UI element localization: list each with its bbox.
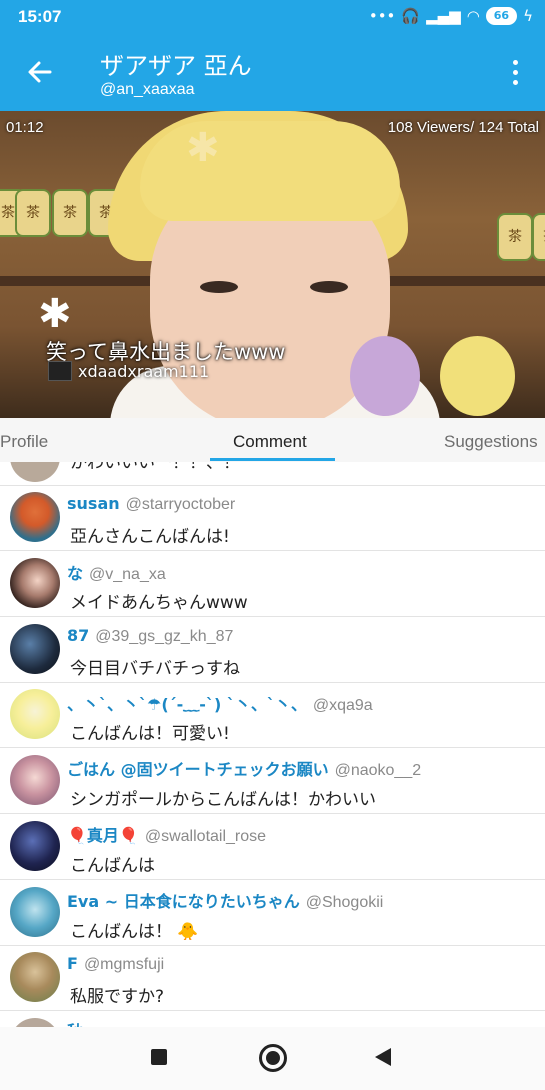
comment-author[interactable]: 秋 xyxy=(67,1018,83,1027)
comment-row: Eva ~ 日本食になりたいちゃん @Shogokii こんばんは！ 🐥 xyxy=(0,879,545,946)
home-button[interactable] xyxy=(259,1044,287,1072)
comment-author[interactable]: F @mgmsfuji xyxy=(67,954,164,974)
avatar[interactable] xyxy=(10,558,60,608)
comment-text: かわいいいー！！、！ xyxy=(70,462,240,473)
overlay-user: xdaadxraam111 xyxy=(48,361,209,381)
comment-author-name: Eva ~ 日本食になりたいちゃん xyxy=(67,892,300,911)
comment-text: 今日目バチバチっすね xyxy=(70,659,240,679)
comment-row: かわいいいー！！、！ xyxy=(0,462,545,486)
comment-author-handle: @swallotail_rose xyxy=(144,828,267,845)
avatar[interactable] xyxy=(10,462,60,482)
comment-row: 🎈真月🎈 @swallotail_rose こんばんは xyxy=(0,813,545,880)
comment-author-handle: @starryoctober xyxy=(125,496,236,513)
comment-author[interactable]: 87 @39_gs_gz_kh_87 xyxy=(67,626,233,646)
comment-author-name: F xyxy=(67,954,78,973)
flower-sticker-icon: ✱ xyxy=(186,125,220,171)
comment-row: 秋 xyxy=(0,1010,545,1027)
avatar[interactable] xyxy=(10,689,60,739)
comment-text: こんばんは！ 🐥 xyxy=(70,922,199,942)
tea-jar: 茶 xyxy=(497,213,533,261)
wifi-icon: ◠ xyxy=(466,7,480,25)
more-dots-icon: ••• xyxy=(368,7,396,25)
tab-suggestions[interactable]: Suggestions xyxy=(444,432,538,452)
comment-author-handle: @naoko__2 xyxy=(334,762,422,779)
overflow-menu-button[interactable] xyxy=(505,54,525,90)
system-back-button[interactable] xyxy=(375,1048,391,1066)
comment-author[interactable]: susan @starryoctober xyxy=(67,494,235,514)
comment-author-handle: @Shogokii xyxy=(305,894,384,911)
tea-jar: 茶 xyxy=(532,213,545,261)
comment-text: メイドあんちゃんwww xyxy=(70,593,248,613)
avatar[interactable] xyxy=(10,492,60,542)
comment-row: 、丶`、丶`☂(´-﹏-`) `丶、`丶、 @xqa9a こんばんは！可愛い! xyxy=(0,682,545,748)
comment-author-name: 87 xyxy=(67,626,90,645)
viewer-count: 108 Viewers/ 124 Total xyxy=(387,119,539,136)
tab-comment[interactable]: Comment xyxy=(233,432,307,452)
comment-author[interactable]: 🎈真月🎈 @swallotail_rose xyxy=(67,822,266,846)
status-time: 15:07 xyxy=(18,7,62,26)
avatar[interactable] xyxy=(10,1018,60,1027)
avatar[interactable] xyxy=(10,887,60,937)
comment-author[interactable]: ごはん @固ツイートチェックお願い @naoko__2 xyxy=(67,756,421,780)
battery-icon: 66 xyxy=(485,7,518,25)
system-nav-bar xyxy=(0,1027,545,1090)
broadcaster-name: ザアザア 亞ん xyxy=(100,52,252,80)
avatar[interactable] xyxy=(10,821,60,871)
comment-row: susan @starryoctober 亞んさんこんばんは! xyxy=(0,485,545,551)
flower-sticker-icon: ✱ xyxy=(38,291,72,337)
comment-text: 私服ですか? xyxy=(70,987,165,1007)
comment-author[interactable]: Eva ~ 日本食になりたいちゃん @Shogokii xyxy=(67,888,383,912)
avatar[interactable] xyxy=(10,624,60,674)
recents-button[interactable] xyxy=(151,1049,167,1065)
elapsed-time: 01:12 xyxy=(6,119,44,136)
back-button[interactable] xyxy=(22,54,58,90)
app-bar: ザアザア 亞ん @an_xaaxaa xyxy=(0,34,545,111)
comment-row: 87 @39_gs_gz_kh_87 今日目バチバチっすね xyxy=(0,616,545,683)
overlay-user-name: xdaadxraam111 xyxy=(78,361,210,381)
comment-author[interactable]: な @v_na_xa xyxy=(67,560,166,584)
live-video[interactable]: 茶 茶 茶 茶 茶 茶 ✱ ✱ 01:12 108 Viewers/ 124 T… xyxy=(0,111,545,418)
comment-row: ごはん @固ツイートチェックお願い @naoko__2 シンガポールからこんばんは… xyxy=(0,747,545,814)
comment-author-handle: @39_gs_gz_kh_87 xyxy=(95,628,234,645)
arrow-left-icon xyxy=(28,61,52,83)
comment-author-name: な xyxy=(67,564,84,583)
tea-jar: 茶 xyxy=(15,189,51,237)
charging-icon: ϟ xyxy=(523,7,533,25)
comment-author-handle: @v_na_xa xyxy=(89,566,166,583)
comment-text: こんばんは xyxy=(70,856,155,876)
comment-text: シンガポールからこんばんは！かわいい xyxy=(70,790,376,810)
comment-list[interactable]: かわいいいー！！、！ susan @starryoctober 亞んさんこんばんは… xyxy=(0,462,545,1027)
tab-profile[interactable]: Profile xyxy=(0,432,48,452)
comment-author-handle: @mgmsfuji xyxy=(83,956,165,973)
comment-author-handle: @xqa9a xyxy=(312,697,373,714)
comment-author[interactable]: 、丶`、丶`☂(´-﹏-`) `丶、`丶、 @xqa9a xyxy=(67,691,373,715)
tab-bar: Profile Comment Suggestions xyxy=(0,418,545,463)
tea-jar: 茶 xyxy=(52,189,88,237)
comment-author-name: susan xyxy=(67,494,120,513)
comment-row: F @mgmsfuji 私服ですか? xyxy=(0,945,545,1011)
avatar[interactable] xyxy=(10,755,60,805)
comment-row: な @v_na_xa メイドあんちゃんwww xyxy=(0,550,545,617)
comment-text: 亞んさんこんばんは! xyxy=(70,527,230,547)
status-bar: 15:07 ••• 🎧 ▂▄▆ ◠ 66 ϟ xyxy=(0,0,545,34)
headphones-icon: 🎧 xyxy=(401,7,421,25)
overlay-user-avatar xyxy=(48,361,72,381)
comment-author-name: 🎈真月🎈 xyxy=(67,826,139,845)
signal-icon: ▂▄▆ xyxy=(426,7,461,25)
comment-text: こんばんは！可愛い! xyxy=(70,724,230,744)
status-icons: ••• 🎧 ▂▄▆ ◠ 66 ϟ xyxy=(369,7,533,25)
comment-author-name: 、丶`、丶`☂(´-﹏-`) `丶、`丶、 xyxy=(67,695,307,714)
avatar[interactable] xyxy=(10,952,60,1002)
broadcaster-handle: @an_xaaxaa xyxy=(100,81,195,98)
comment-author-name: ごはん @固ツイートチェックお願い xyxy=(67,760,329,779)
tab-indicator xyxy=(210,458,335,461)
